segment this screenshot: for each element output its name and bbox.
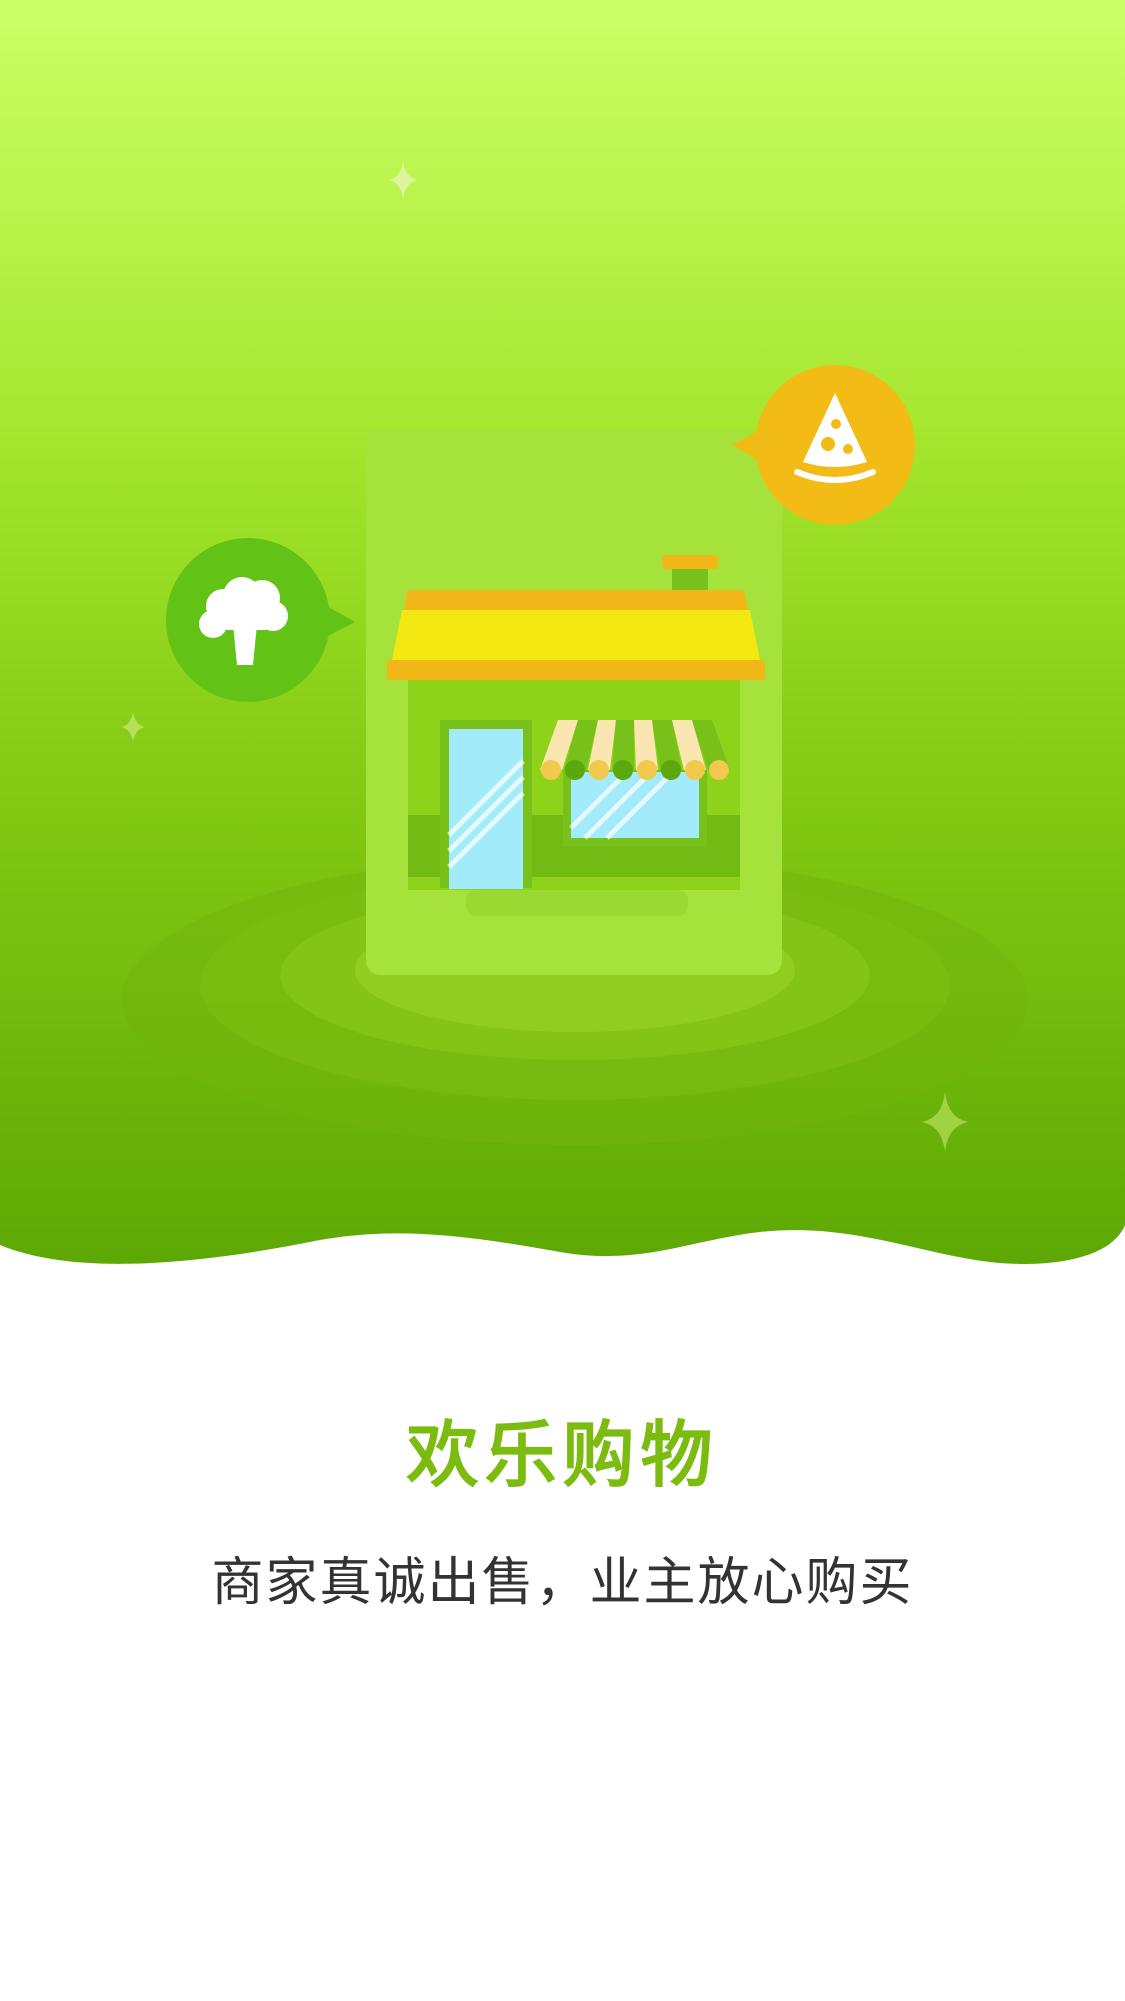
shop-icon (387, 555, 765, 916)
onboarding-title: 欢乐购物 (406, 1413, 719, 1497)
hero-illustration (0, 0, 1125, 1300)
onboarding-screen: 欢乐购物 商家真诚出售，业主放心购买 (0, 0, 1125, 2001)
onboarding-subtitle: 商家真诚出售，业主放心购买 (211, 1553, 914, 1613)
